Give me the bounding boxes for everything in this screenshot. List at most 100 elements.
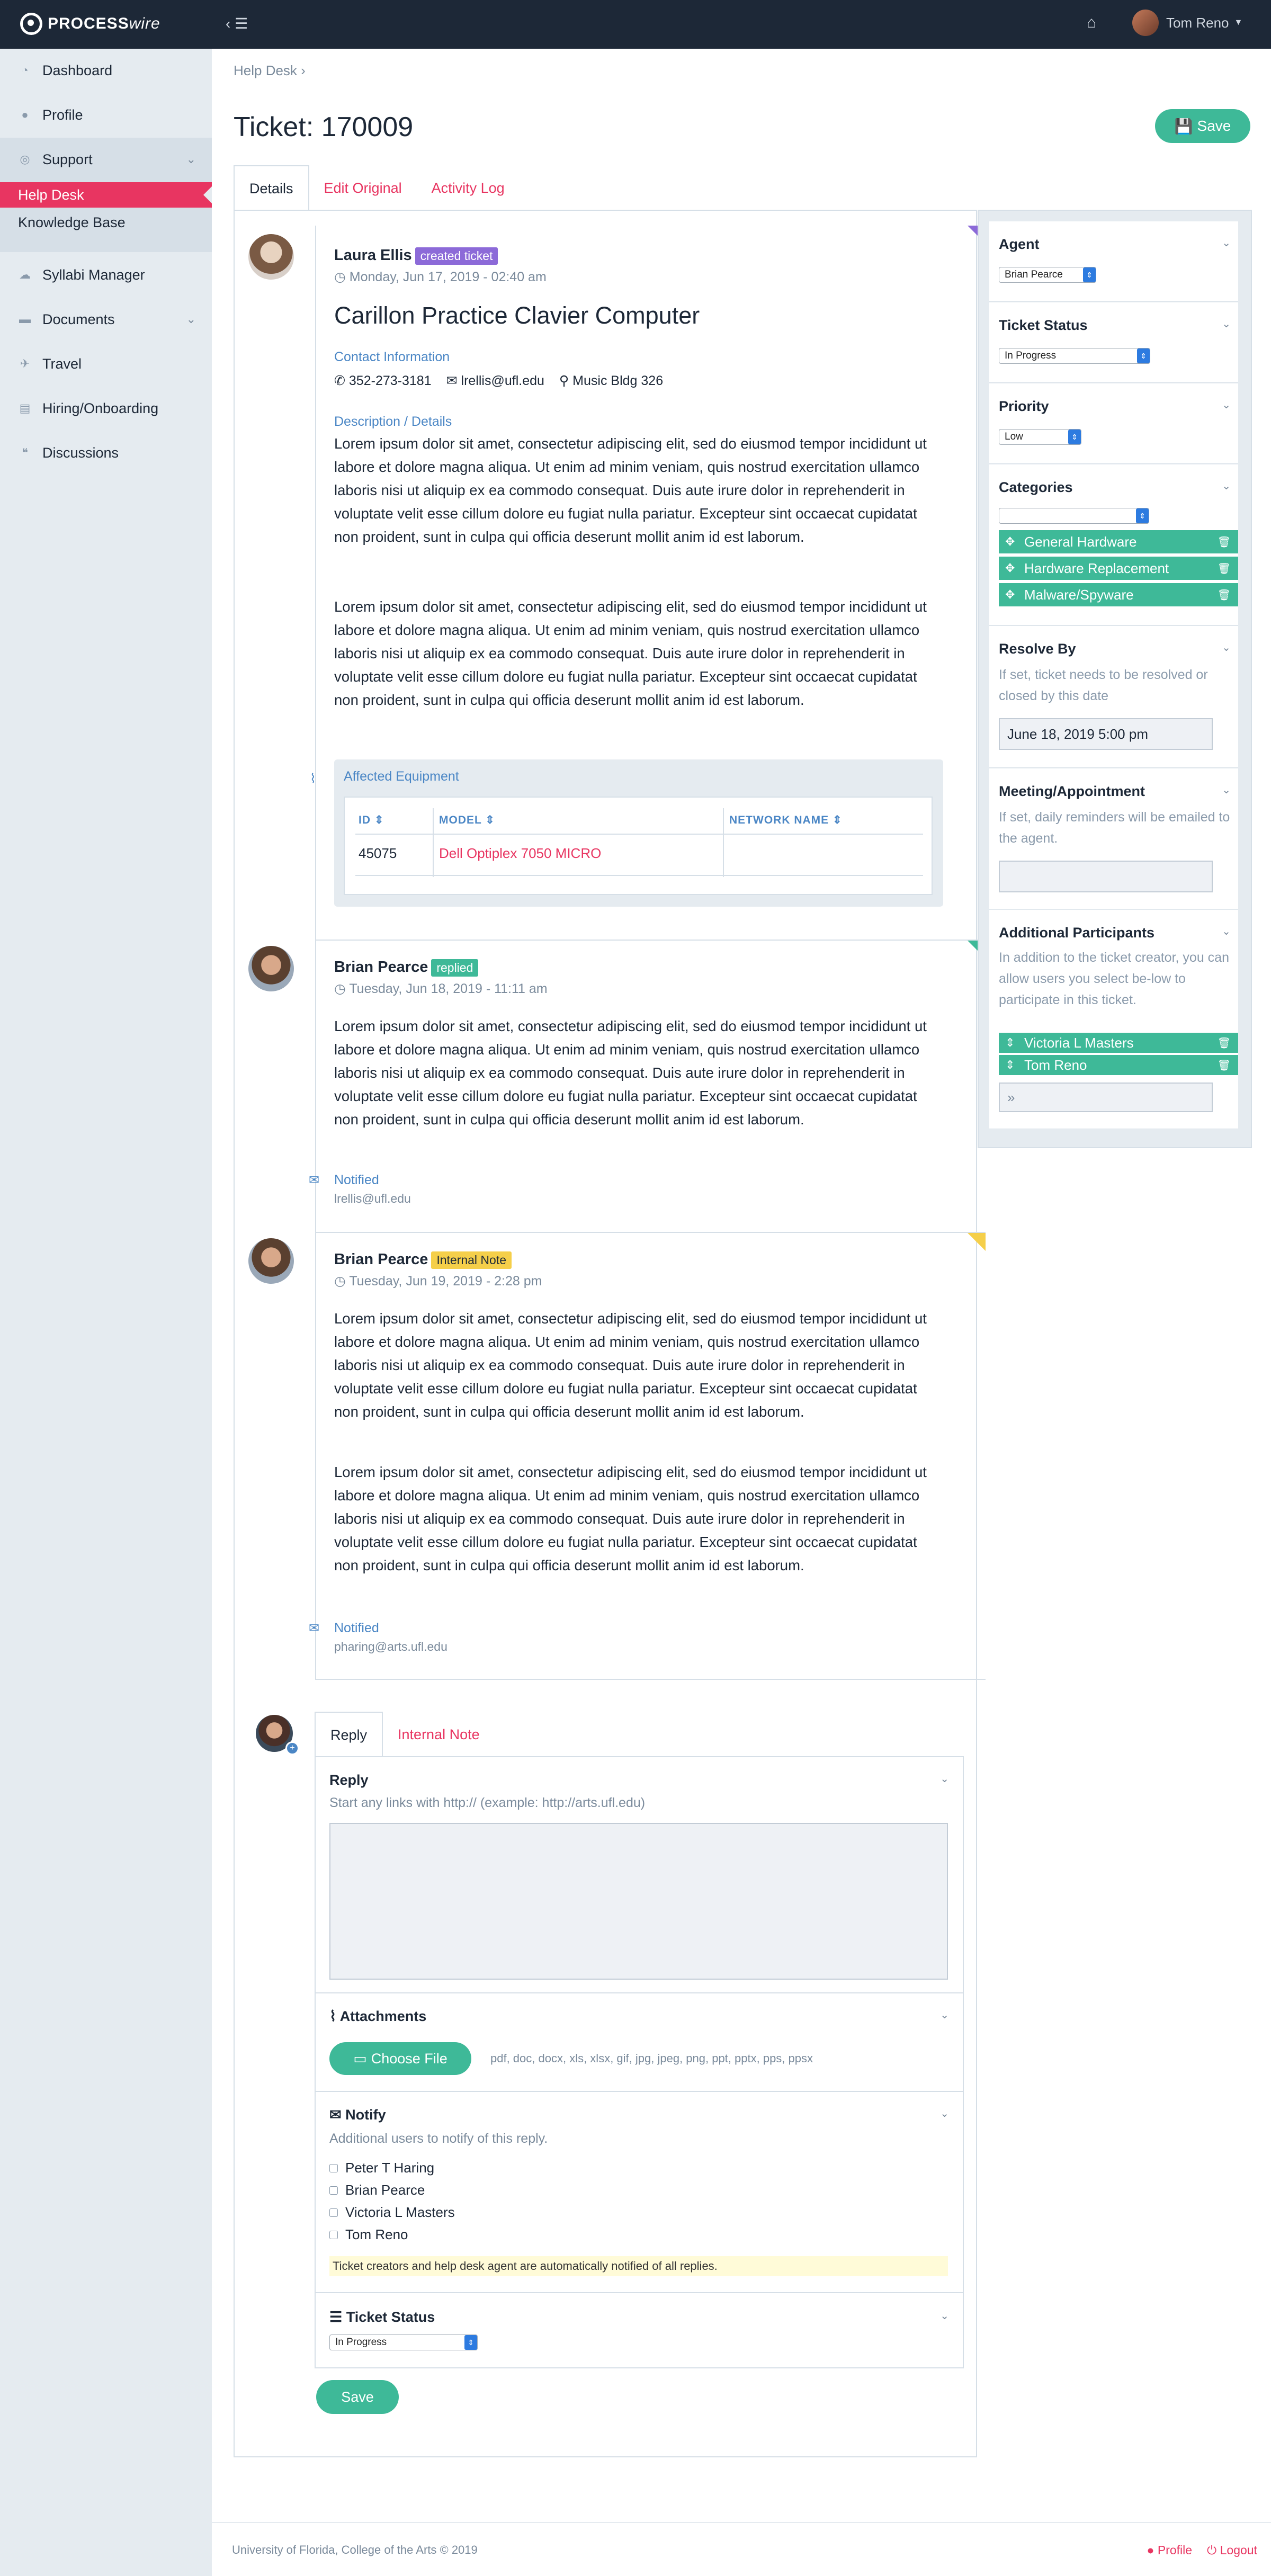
- tab-internal-note[interactable]: Internal Note: [383, 1712, 495, 1757]
- user-menu[interactable]: Tom Reno ▼: [1132, 10, 1242, 36]
- trash-icon[interactable]: 🗑: [1218, 1059, 1231, 1072]
- cloud-icon: ☁: [19, 268, 31, 281]
- notify-checkbox[interactable]: Tom Reno: [329, 2226, 408, 2243]
- contact-email[interactable]: ✉ lrellis@ufl.edu: [446, 373, 544, 389]
- category-tag[interactable]: ✥ Hardware Replacement 🗑: [999, 557, 1238, 580]
- chevron-down-icon[interactable]: ⌄: [1222, 925, 1231, 938]
- participants-hint: In addition to the ticket creator, you c…: [999, 950, 1229, 1007]
- notify-checkbox[interactable]: Peter T Haring: [329, 2160, 434, 2176]
- notify-checkbox[interactable]: Victoria L Masters: [329, 2204, 455, 2221]
- map-marker-icon: ⚲: [559, 373, 569, 388]
- reply-status-section: ☰ Ticket Status ⌄ In Progress ⇕: [316, 2293, 963, 2367]
- sort-icon[interactable]: ⇕: [1005, 1036, 1015, 1050]
- ticket-description-1: Lorem ipsum dolor sit amet, consectetur …: [334, 435, 927, 545]
- envelope-icon: ✉: [309, 1173, 320, 1187]
- trash-icon[interactable]: 🗑: [1218, 535, 1231, 549]
- chevron-down-icon[interactable]: ⌄: [1222, 641, 1231, 654]
- save-button[interactable]: 💾 Save: [1155, 109, 1250, 143]
- caret-down-icon: ▼: [1234, 18, 1243, 27]
- trash-icon[interactable]: 🗑: [1218, 588, 1231, 602]
- chevron-down-icon[interactable]: ⌄: [940, 2008, 949, 2022]
- chevron-down-icon[interactable]: ⌄: [1222, 783, 1231, 797]
- chevron-down-icon[interactable]: ⌄: [1222, 317, 1231, 330]
- chevron-down-icon[interactable]: ⌄: [1222, 398, 1231, 412]
- chevron-down-icon[interactable]: ⌄: [940, 2309, 949, 2322]
- home-icon[interactable]: ⌂: [1087, 14, 1096, 32]
- sidebar-toggle-icon[interactable]: ‹ ☰: [226, 15, 248, 32]
- chevron-down-icon[interactable]: ⌄: [1222, 236, 1231, 249]
- tab-reply[interactable]: Reply: [315, 1712, 383, 1757]
- ticket-status-label: Ticket Status: [999, 317, 1088, 333]
- processwire-logo[interactable]: PROCESS wire: [20, 13, 160, 35]
- reply-status-select[interactable]: In Progress ⇕: [329, 2334, 478, 2350]
- sidebar-item-documents[interactable]: ▬ Documents ⌄: [0, 298, 212, 341]
- ticket-date: ◷ Monday, Jun 17, 2019 - 02:40 am: [334, 270, 547, 284]
- agent-label: Agent: [999, 236, 1040, 252]
- reply-section: Reply ⌄ Start any links with http:// (ex…: [316, 1757, 963, 1993]
- sliders-icon: ☰: [329, 2309, 343, 2325]
- notified-label: Notified: [334, 1621, 379, 1635]
- notified-email: lrellis@ufl.edu: [334, 1192, 411, 1205]
- category-tag[interactable]: ✥ General Hardware 🗑: [999, 530, 1238, 553]
- status-badge: created ticket: [415, 247, 498, 265]
- trash-icon[interactable]: 🗑: [1218, 562, 1231, 575]
- breadcrumb-help-desk[interactable]: Help Desk: [234, 62, 297, 78]
- affected-equipment-label: Affected Equipment: [344, 769, 459, 784]
- sidebar-item-travel[interactable]: ✈ Travel: [0, 342, 212, 386]
- note-body-2: Lorem ipsum dolor sit amet, consectetur …: [334, 1464, 927, 1573]
- participants-input[interactable]: »: [999, 1083, 1213, 1112]
- notify-checkbox[interactable]: Brian Pearce: [329, 2182, 425, 2198]
- sidebar-item-dashboard[interactable]: ◔ Dashboard: [0, 49, 212, 92]
- reply-textarea[interactable]: [329, 1823, 948, 1980]
- tab-activity-log[interactable]: Activity Log: [417, 165, 520, 211]
- participants-label: Additional Participants: [999, 925, 1155, 941]
- move-icon[interactable]: ✥: [1005, 561, 1015, 575]
- meeting-hint: If set, daily reminders will be emailed …: [999, 810, 1230, 846]
- column-header-model[interactable]: MODEL ⇕: [439, 813, 495, 827]
- reply-date: ◷ Tuesday, Jun 18, 2019 - 11:11 am: [334, 981, 548, 996]
- choose-file-button[interactable]: ▭ Choose File: [329, 2042, 471, 2075]
- trash-icon[interactable]: 🗑: [1218, 1036, 1231, 1050]
- sidebar-item-knowledge-base[interactable]: Knowledge Base: [0, 210, 212, 235]
- sort-icon[interactable]: ⇕: [1005, 1058, 1015, 1072]
- sidebar: ◔ Dashboard ● Profile ◎ Support ⌄ Help Desk …: [0, 49, 212, 2576]
- meeting-panel: Meeting/Appointment ⌄ If set, daily remi…: [989, 768, 1238, 909]
- categories-select[interactable]: ⇕: [999, 508, 1149, 524]
- breadcrumb[interactable]: Help Desk ›: [234, 62, 306, 79]
- notify-hint: Additional users to notify of this reply…: [329, 2131, 548, 2146]
- column-header-network-name[interactable]: NETWORK NAME ⇕: [729, 813, 843, 827]
- sidebar-item-hiring[interactable]: ▤ Hiring/Onboarding: [0, 387, 212, 430]
- equipment-id: 45075: [359, 845, 397, 861]
- chevron-down-icon[interactable]: ⌄: [940, 1772, 949, 1785]
- sidebar-item-profile[interactable]: ● Profile: [0, 93, 212, 137]
- sidebar-item-discussions[interactable]: ❝ Discussions: [0, 431, 212, 475]
- resolve-by-input[interactable]: June 18, 2019 5:00 pm: [999, 718, 1213, 750]
- move-icon[interactable]: ✥: [1005, 535, 1015, 549]
- tab-edit-original[interactable]: Edit Original: [309, 165, 417, 211]
- sidebar-item-syllabi-manager[interactable]: ☁ Syllabi Manager: [0, 253, 212, 297]
- notified-label: Notified: [334, 1173, 379, 1187]
- author-avatar: [248, 234, 294, 280]
- ticket-status-select[interactable]: In Progress ⇕: [999, 348, 1150, 364]
- move-icon[interactable]: ✥: [1005, 588, 1015, 602]
- priority-select[interactable]: Low ⇕: [999, 429, 1081, 445]
- chevron-down-icon[interactable]: ⌄: [940, 2107, 949, 2120]
- reply-tabs: Reply Internal Note: [315, 1712, 495, 1757]
- chevron-down-icon[interactable]: ⌄: [1222, 479, 1231, 493]
- meeting-input[interactable]: [999, 861, 1213, 892]
- notify-section: ✉ Notify ⌄ Additional users to notify of…: [316, 2092, 963, 2293]
- footer-logout-link[interactable]: ⏻ Logout: [1207, 2543, 1257, 2557]
- tab-details[interactable]: Details: [234, 165, 309, 211]
- participant-tag[interactable]: ⇕ Tom Reno 🗑: [999, 1055, 1238, 1075]
- sidebar-item-support[interactable]: ◎ Support ⌄: [0, 138, 212, 181]
- column-header-id[interactable]: ID ⇕: [359, 813, 384, 827]
- agent-select[interactable]: Brian Pearce ⇕: [999, 267, 1096, 283]
- category-tag[interactable]: ✥ Malware/Spyware 🗑: [999, 583, 1238, 606]
- participant-tag[interactable]: ⇕ Victoria L Masters 🗑: [999, 1033, 1238, 1053]
- footer-profile-link[interactable]: ● Profile: [1147, 2543, 1193, 2557]
- sidebar-item-help-desk[interactable]: Help Desk: [0, 182, 212, 208]
- reply-save-button[interactable]: Save: [316, 2380, 399, 2414]
- plus-icon: +: [285, 1741, 299, 1755]
- equipment-model-link[interactable]: Dell Optiplex 7050 MICRO: [439, 845, 601, 862]
- meeting-label: Meeting/Appointment: [999, 783, 1145, 799]
